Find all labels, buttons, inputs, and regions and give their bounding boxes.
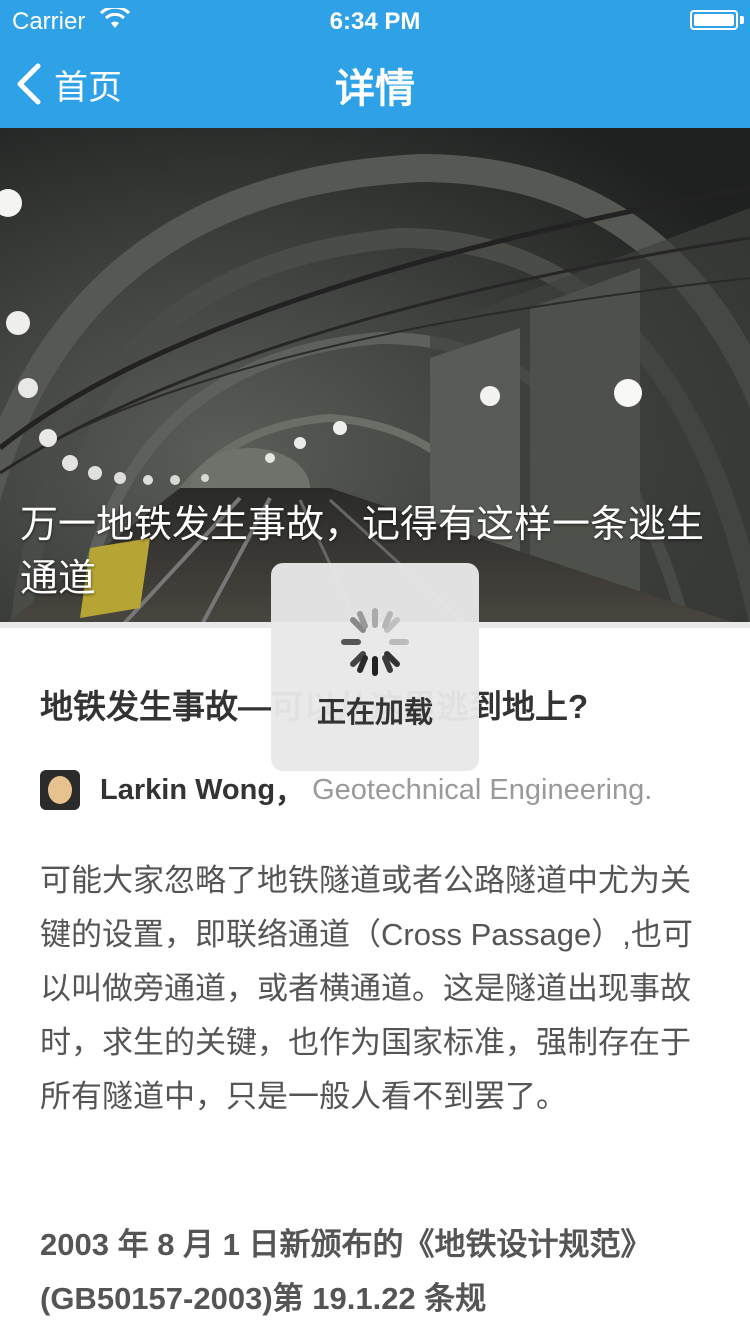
status-time: 6:34 PM <box>329 8 421 35</box>
author-separator: ， <box>275 777 305 809</box>
author-name: Larkin Wong <box>100 773 276 806</box>
author-row[interactable]: Larkin Wong ， Geotechnical Engineering. <box>40 768 652 812</box>
hero-image[interactable]: 万一地铁发生事故，记得有这样一条逃生通道 <box>0 128 750 628</box>
author-bio: Geotechnical Engineering. <box>312 773 653 806</box>
navigation-bar: 首页 详情 <box>0 40 750 128</box>
battery-cap <box>740 16 744 24</box>
article-paragraph-bold: 2003 年 8 月 1 日新颁布的《地铁设计规范》 (GB50157-2003… <box>40 1227 652 1316</box>
status-bar: Carrier 6:34 PM <box>0 0 750 40</box>
article-paragraph: 可能大家忽略了地铁隧道或者公路隧道中尤为关键的设置，即联络通道（Cross Pa… <box>40 863 693 1114</box>
page-title: 详情 <box>335 67 415 111</box>
top-bar: Carrier 6:34 PM 首页 详情 <box>0 0 750 128</box>
loading-label: 正在加载 <box>316 697 433 729</box>
loading-overlay: 正在加载 <box>271 563 479 771</box>
battery-icon <box>690 10 738 30</box>
loading-spinner-icon <box>341 608 409 676</box>
avatar[interactable] <box>40 770 80 810</box>
